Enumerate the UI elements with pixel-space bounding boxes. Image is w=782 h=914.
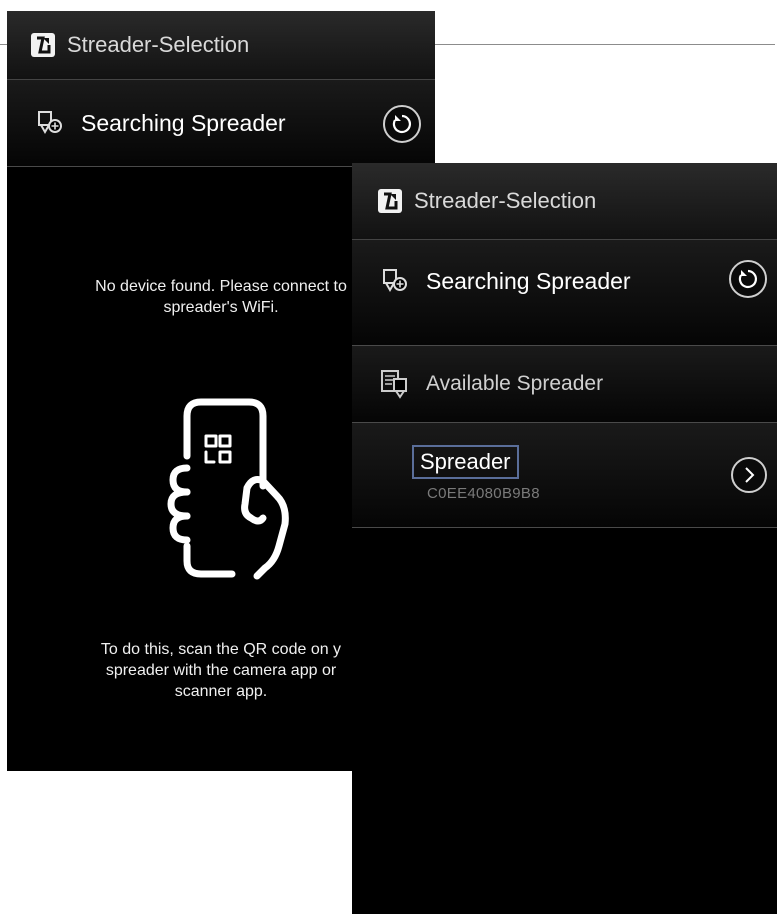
- app-logo-icon: [31, 33, 55, 57]
- app-logo-icon: [378, 189, 402, 213]
- available-section-header: Available Spreader: [352, 346, 777, 423]
- title-bar: Streader-Selection: [7, 11, 435, 80]
- chevron-right-icon: [742, 466, 756, 484]
- spreader-list-icon: [380, 369, 408, 399]
- searching-section: Searching Spreader: [352, 240, 777, 346]
- page-title: Streader-Selection: [414, 188, 597, 213]
- device-id: C0EE4080B9B8: [427, 485, 540, 502]
- refresh-icon: [391, 113, 413, 135]
- spreader-search-icon: [382, 268, 408, 294]
- title-bar: Streader-Selection: [352, 163, 777, 240]
- screen-available-spreaders: Streader-Selection Searching Spreader Av…: [352, 163, 777, 914]
- device-name: Spreader: [412, 445, 519, 479]
- refresh-button[interactable]: [383, 105, 421, 143]
- refresh-icon: [737, 268, 759, 290]
- device-list-item[interactable]: Spreader C0EE4080B9B8: [352, 423, 777, 528]
- searching-section: Searching Spreader: [7, 80, 435, 167]
- searching-label: Searching Spreader: [81, 109, 286, 136]
- searching-label: Searching Spreader: [426, 268, 631, 294]
- refresh-button[interactable]: [729, 260, 767, 298]
- available-label: Available Spreader: [426, 372, 604, 395]
- open-device-button[interactable]: [731, 457, 767, 493]
- spreader-search-icon: [37, 110, 63, 136]
- phone-qr-hand-icon: [157, 396, 292, 586]
- page-title: Streader-Selection: [67, 32, 250, 57]
